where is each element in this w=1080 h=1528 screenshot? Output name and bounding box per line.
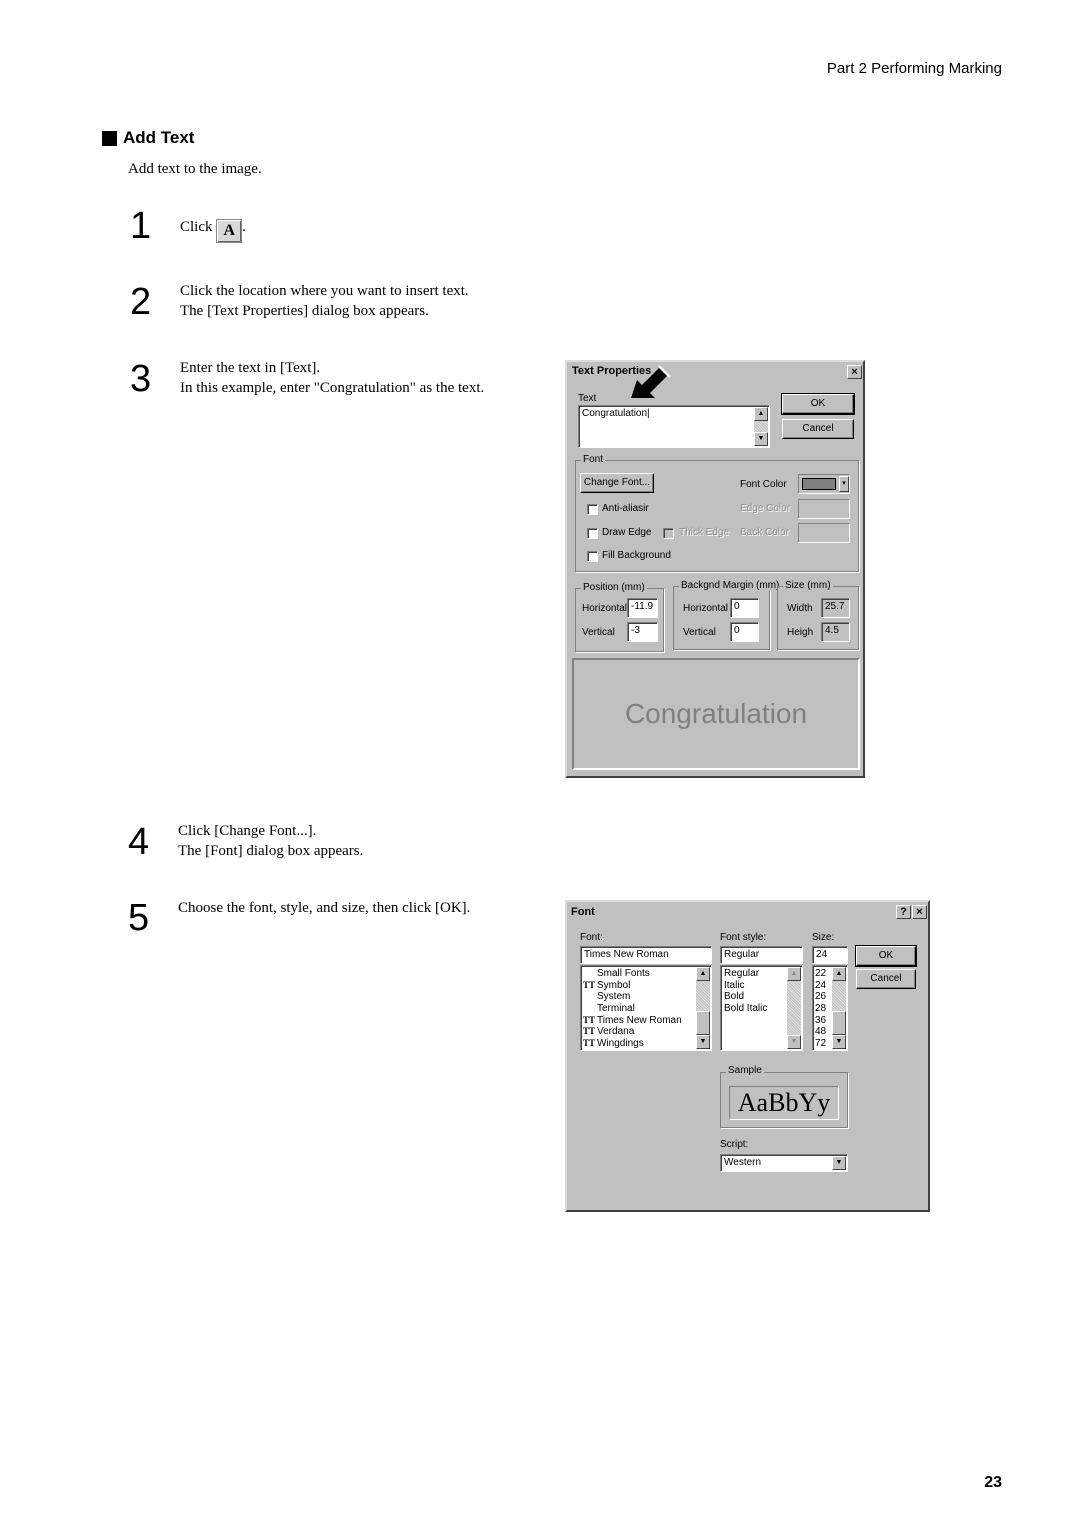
position-group-label: Position (mm)	[581, 582, 647, 593]
step-text: Click [Change Font...]. The [Font] dialog…	[178, 823, 364, 859]
section-title: Add Text	[123, 128, 195, 147]
text-tool-icon: A	[216, 219, 243, 243]
size-group-label: Size (mm)	[783, 580, 833, 591]
scroll-up-icon[interactable]: ▲	[754, 407, 768, 421]
script-label: Script:	[720, 1139, 749, 1150]
preview-panel: Congratulation	[572, 658, 860, 770]
scroll-down-icon[interactable]: ▼	[754, 432, 768, 446]
anti-alias-checkbox[interactable]	[587, 504, 598, 515]
text-label: Text	[578, 393, 597, 404]
text-input[interactable]: Congratulation|	[578, 405, 770, 448]
scroll-up-icon[interactable]: ▲	[696, 967, 710, 981]
text-scrollbar[interactable]: ▲ ▼	[754, 407, 768, 446]
step-text: Enter the text in [Text]. In this example…	[180, 360, 485, 396]
help-button[interactable]: ?	[896, 905, 911, 919]
pos-horizontal-input[interactable]: -11.9	[627, 598, 658, 618]
size-scrollbar[interactable]: ▲ ▼	[832, 967, 846, 1049]
script-select[interactable]: Western ▼	[720, 1154, 848, 1172]
font-scrollbar[interactable]: ▲ ▼	[696, 967, 710, 1049]
step-number: 4	[128, 821, 150, 863]
truetype-icon: TT	[583, 1026, 596, 1037]
step-number: 2	[130, 281, 152, 323]
font-color-dropdown[interactable]: ▾	[798, 474, 850, 494]
size-label: Size:	[812, 932, 835, 943]
preview-text: Congratulation	[624, 698, 808, 729]
mar-horizontal-label: Horizontal	[683, 603, 729, 614]
height-label: Heigh	[787, 627, 814, 638]
pos-horizontal-label: Horizontal	[582, 603, 628, 614]
square-bullet-icon	[102, 130, 117, 146]
draw-edge-label: Draw Edge	[602, 527, 652, 538]
sample-preview: AaBbYy	[729, 1086, 839, 1120]
ok-button[interactable]: OK	[855, 945, 917, 967]
step-text: Click the location where you want to ins…	[180, 283, 469, 319]
edge-color-dropdown[interactable]	[798, 499, 850, 519]
width-label: Width	[787, 603, 813, 614]
mar-vertical-input[interactable]: 0	[730, 622, 759, 642]
truetype-icon: TT	[583, 1038, 596, 1049]
anti-alias-label: Anti-aliasir	[602, 503, 649, 514]
running-header: Part 2 Performing Marking	[826, 60, 1002, 77]
truetype-icon: TT	[583, 979, 596, 990]
back-color-label: Back Color	[740, 527, 789, 538]
close-button[interactable]: ×	[847, 365, 862, 379]
font-dialog: Font ? × Font: Times New Roman Small Fon…	[565, 900, 930, 1212]
dialog-title: Font	[571, 906, 595, 918]
font-label: Font:	[580, 932, 603, 943]
scroll-up-icon[interactable]: ▲	[832, 967, 846, 981]
style-input[interactable]: Regular	[720, 946, 803, 964]
step-number: 5	[128, 897, 150, 939]
step-text: Choose the font, style, and size, then c…	[178, 900, 471, 916]
mar-vertical-label: Vertical	[683, 627, 716, 638]
page-number: 23	[984, 1474, 1002, 1491]
pointer-arrow-icon	[631, 365, 671, 398]
font-input[interactable]: Times New Roman	[580, 946, 712, 964]
scroll-down-icon[interactable]: ▼	[832, 1035, 846, 1049]
change-font-button[interactable]: Change Font...	[580, 473, 654, 493]
thick-edge-checkbox[interactable]	[663, 528, 674, 539]
font-list-item[interactable]: Terminal	[583, 1003, 709, 1015]
step-number: 1	[130, 205, 152, 247]
mar-horizontal-input[interactable]: 0	[730, 598, 759, 618]
cancel-button[interactable]: Cancel	[782, 419, 854, 439]
back-color-dropdown[interactable]	[798, 523, 850, 543]
font-list-item[interactable]: TT Symbol	[583, 980, 709, 992]
size-input[interactable]: 24	[812, 946, 848, 964]
thick-edge-label: Thick Edge	[679, 527, 730, 538]
font-list-item[interactable]: System	[583, 991, 709, 1003]
font-list-item[interactable]: TT Wingdings	[583, 1038, 709, 1050]
step-number: 3	[130, 358, 152, 400]
chevron-down-icon[interactable]: ▼	[832, 1156, 846, 1170]
font-list-item[interactable]: TT Times New Roman	[583, 1015, 709, 1027]
font-list-item[interactable]: Small Fonts	[583, 968, 709, 980]
height-value: 4.5	[821, 622, 850, 642]
close-button[interactable]: ×	[912, 905, 927, 919]
section-heading: Add Text	[102, 128, 194, 148]
truetype-icon: TT	[583, 1014, 596, 1025]
edge-color-label: Edge Color	[740, 503, 791, 514]
font-list[interactable]: Small Fonts TT Symbol System Terminal TT Times…	[580, 965, 712, 1051]
draw-edge-checkbox[interactable]	[587, 528, 598, 539]
pos-vertical-label: Vertical	[582, 627, 615, 638]
font-color-label: Font Color	[740, 479, 787, 490]
scroll-down-icon[interactable]: ▼	[696, 1035, 710, 1049]
style-scrollbar[interactable]: ▲ ▼	[787, 967, 801, 1049]
step-text: Click A.	[180, 217, 246, 243]
fill-background-label: Fill Background	[602, 550, 671, 561]
ok-button[interactable]: OK	[781, 393, 855, 415]
pos-vertical-input[interactable]: -3	[627, 622, 658, 642]
font-list-item[interactable]: TT Verdana	[583, 1026, 709, 1038]
text-properties-dialog: Text Properties × Text Congratulation| ▲…	[565, 360, 865, 778]
cancel-button[interactable]: Cancel	[856, 969, 916, 989]
style-label: Font style:	[720, 932, 767, 943]
fill-background-checkbox[interactable]	[587, 551, 598, 562]
sample-label: Sample	[726, 1065, 764, 1076]
margin-group-label: Backgnd Margin (mm)	[679, 580, 782, 591]
font-group-label: Font	[581, 454, 606, 465]
width-value: 25.7	[821, 598, 850, 618]
intro-text: Add text to the image.	[128, 161, 262, 177]
